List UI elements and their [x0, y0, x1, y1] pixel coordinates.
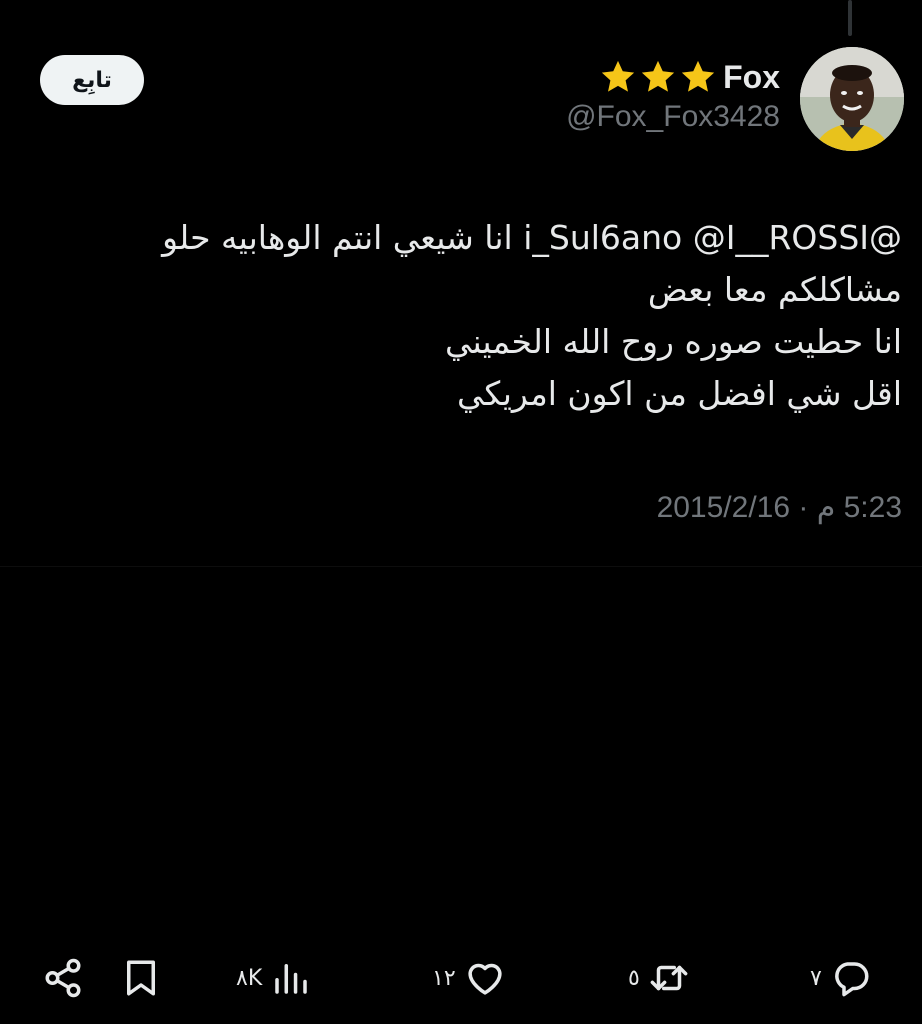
badge-stars: [599, 58, 717, 96]
thread-line: [848, 0, 852, 36]
retweet-button[interactable]: ٥: [628, 950, 690, 1006]
tweet-line: اقل شي افضل من اكون امريكي: [456, 374, 902, 413]
share-button[interactable]: [42, 950, 84, 1006]
like-button[interactable]: ١٢: [432, 950, 506, 1006]
heart-icon: [468, 963, 502, 995]
share-icon: [45, 958, 81, 998]
like-count: ١٢: [432, 965, 456, 991]
views-icon: [275, 964, 307, 994]
tweet-action-bar: ٨K ١٢ ٥ ٧: [0, 950, 922, 1006]
star-icon: [641, 60, 675, 92]
reply-button[interactable]: ٧: [810, 950, 872, 1006]
user-handle[interactable]: @Fox_Fox3428: [566, 100, 780, 134]
views-count: ٨K: [236, 965, 263, 991]
avatar[interactable]: [800, 47, 904, 151]
retweet-icon: [650, 965, 688, 991]
follow-button[interactable]: تابِع: [40, 55, 144, 105]
tweet-line: مشاكلكم معا بعض: [647, 270, 902, 309]
tweet-timestamp[interactable]: 5:23 م · 2015/2/16: [657, 490, 902, 525]
tweet-line: @i_Sul6ano @I__ROSSI انا شيعي انتم الوها…: [162, 218, 902, 257]
user-name-row[interactable]: Fox: [599, 55, 780, 99]
avatar-image: [800, 47, 904, 151]
tweet-body: @i_Sul6ano @I__ROSSI انا شيعي انتم الوها…: [62, 212, 902, 420]
bookmark-button[interactable]: [120, 950, 162, 1006]
star-icon: [601, 60, 635, 92]
retweet-count: ٥: [628, 965, 640, 991]
tweet-line: انا حطيت صوره روح الله الخميني: [444, 322, 902, 361]
views-button[interactable]: ٨K: [236, 950, 312, 1006]
star-icon: [681, 60, 715, 92]
reply-icon: [834, 962, 869, 997]
bookmark-icon: [127, 960, 155, 996]
reply-count: ٧: [810, 965, 822, 991]
divider: [0, 566, 922, 567]
display-name[interactable]: Fox: [723, 59, 780, 96]
